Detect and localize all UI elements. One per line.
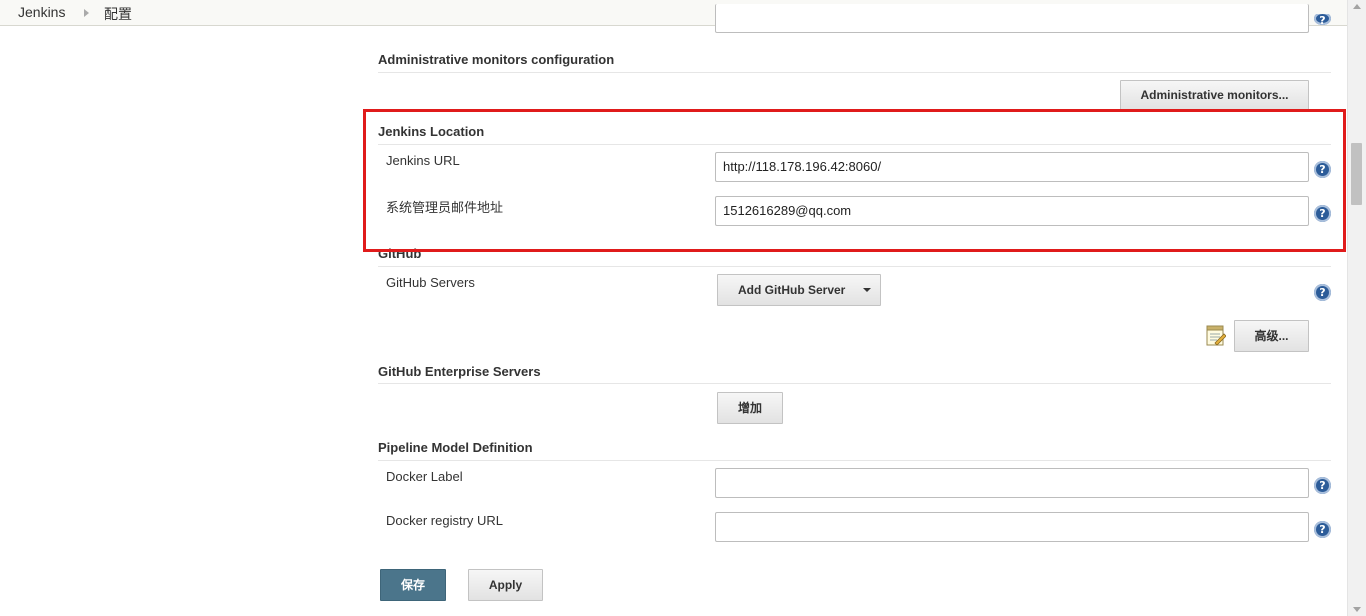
vertical-scrollbar[interactable] [1347, 0, 1366, 616]
docker-registry-url-input[interactable] [715, 512, 1309, 542]
scrollbar-thumb[interactable] [1351, 143, 1362, 205]
section-title-github-enterprise: GitHub Enterprise Servers [378, 364, 541, 379]
notepad-icon [1206, 325, 1226, 346]
apply-button[interactable]: Apply [468, 569, 543, 601]
add-enterprise-server-button[interactable]: 增加 [717, 392, 783, 424]
help-icon[interactable]: ? [1314, 284, 1331, 301]
section-divider [378, 72, 1331, 73]
section-title-pipeline: Pipeline Model Definition [378, 440, 533, 455]
highlight-box [363, 109, 1346, 252]
advanced-button[interactable]: 高级... [1234, 320, 1309, 352]
scroll-down-icon[interactable] [1353, 607, 1361, 612]
docker-label-label: Docker Label [386, 469, 463, 484]
administrative-monitors-button[interactable]: Administrative monitors... [1120, 80, 1309, 111]
breadcrumb-jenkins[interactable]: Jenkins [18, 4, 65, 20]
previous-field-input[interactable] [715, 4, 1309, 33]
breadcrumb-separator-icon [84, 9, 89, 17]
help-icon[interactable]: ? [1314, 521, 1331, 538]
caret-down-icon [863, 288, 871, 292]
breadcrumb-configure[interactable]: 配置 [104, 4, 132, 24]
section-divider [378, 460, 1331, 461]
add-github-server-label: Add GitHub Server [738, 283, 846, 297]
section-divider [378, 383, 1331, 384]
github-servers-label: GitHub Servers [386, 275, 475, 290]
section-title-admin-monitors: Administrative monitors configuration [378, 52, 615, 67]
help-icon[interactable]: ? [1314, 477, 1331, 494]
docker-registry-url-label: Docker registry URL [386, 513, 504, 528]
section-divider [378, 266, 1331, 267]
docker-label-input[interactable] [715, 468, 1309, 498]
scroll-up-icon[interactable] [1353, 4, 1361, 9]
add-github-server-button[interactable]: Add GitHub Server [717, 274, 881, 306]
save-button[interactable]: 保存 [380, 569, 446, 601]
